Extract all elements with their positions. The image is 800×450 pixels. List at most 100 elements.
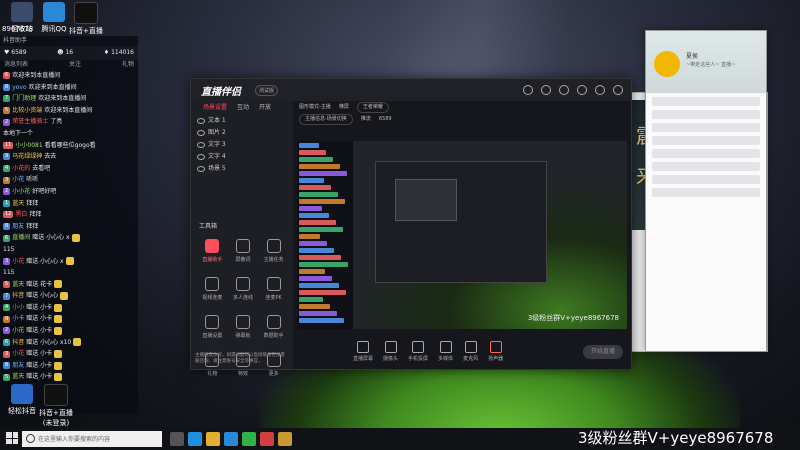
desktop-icon-douyin-live[interactable]: 抖音+直播 (未登录) xyxy=(34,384,78,428)
username[interactable]: 小花 xyxy=(12,256,24,268)
chat-tab-follow[interactable]: 关注 xyxy=(69,60,81,70)
username[interactable]: 抖音 xyxy=(12,337,24,349)
ctrl-phone[interactable]: 手机投屏 xyxy=(408,340,428,362)
taskbar-search[interactable]: 在这里输入你要搜索的内容 xyxy=(22,431,162,447)
mode-label[interactable]: 图形模式-主播 xyxy=(299,101,331,113)
username[interactable]: 比较小资端 xyxy=(12,105,42,117)
preview-chat-line xyxy=(299,248,334,253)
eye-icon[interactable] xyxy=(197,118,205,124)
tool-item[interactable]: 主播任务 xyxy=(258,239,289,263)
username[interactable]: 小花 xyxy=(12,325,24,337)
scene-item[interactable]: 场景 5 xyxy=(191,163,293,175)
chat-tab-gifts[interactable]: 礼物 xyxy=(122,60,134,70)
desktop-id-text: 8967678 xyxy=(2,25,34,33)
username[interactable]: 抖音 xyxy=(12,290,24,302)
eye-icon[interactable] xyxy=(197,166,205,172)
username[interactable]: 蓝天 xyxy=(12,198,24,210)
username[interactable]: 小花 xyxy=(12,348,24,360)
minimize-icon[interactable] xyxy=(577,85,587,95)
folder-icon[interactable] xyxy=(206,432,220,446)
username[interactable]: 朋友 xyxy=(12,360,24,372)
chat-message: 12 黑白 拜拜 xyxy=(0,209,138,221)
username[interactable]: 荣誉主播骑士 xyxy=(12,116,48,128)
chat-tab-messages[interactable]: 消息列表 xyxy=(4,60,28,70)
scene-item[interactable]: 文本 1 xyxy=(191,115,293,127)
eye-icon[interactable] xyxy=(197,142,205,148)
live-preview[interactable]: 3级粉丝群V+yeye8967678 xyxy=(297,141,627,329)
heart-icon: ♥ 6589 xyxy=(4,49,27,56)
app-icon xyxy=(11,384,33,404)
task-view-icon[interactable] xyxy=(170,432,184,446)
user-icon[interactable] xyxy=(559,85,569,95)
settings-icon[interactable] xyxy=(523,85,533,95)
scene-switch[interactable]: 主播信息-场景切换 xyxy=(299,114,353,125)
qq-row[interactable] xyxy=(652,188,760,197)
beta-badge: 测试版 xyxy=(255,85,279,96)
qq-row[interactable] xyxy=(652,97,760,106)
qq-row[interactable] xyxy=(652,162,760,171)
message-text: 拜拜 xyxy=(29,211,42,219)
username[interactable]: yovo xyxy=(12,82,26,94)
category-pill[interactable]: 王者荣耀 xyxy=(356,102,389,113)
username[interactable]: 小小0081 xyxy=(15,140,42,152)
edge-icon[interactable] xyxy=(188,432,202,446)
desktop-icon-douyin[interactable]: 抖音+直播 xyxy=(66,2,106,36)
close-icon[interactable] xyxy=(613,85,623,95)
qq-row[interactable] xyxy=(652,149,760,158)
ctrl-speaker[interactable]: 扬声器 xyxy=(488,340,503,362)
gift-icon xyxy=(54,326,63,335)
qq-row[interactable] xyxy=(652,123,760,132)
message-icon[interactable] xyxy=(541,85,551,95)
avatar[interactable] xyxy=(654,51,680,77)
tab-open[interactable]: 开放 xyxy=(259,101,271,115)
username[interactable]: 蓝天 xyxy=(12,371,24,383)
username[interactable]: 门门助理 xyxy=(12,93,36,105)
camera-icon xyxy=(384,340,397,353)
tool-item[interactable]: 屏蔽词 xyxy=(228,239,259,263)
username[interactable]: 小卡 xyxy=(12,313,24,325)
username[interactable]: 小花 xyxy=(12,174,24,186)
qq-row[interactable] xyxy=(652,175,760,184)
message-text: 拜拜 xyxy=(26,222,39,230)
orientation-label[interactable]: 横屏 xyxy=(339,101,349,113)
username[interactable]: 黑白 xyxy=(15,209,27,221)
tool-label: 更多 xyxy=(268,371,279,377)
ctrl-screen[interactable]: 直播屏幕 xyxy=(353,340,373,362)
tool-item[interactable]: 连麦PK xyxy=(258,277,289,301)
tool-item[interactable]: 视频连麦 xyxy=(197,277,228,301)
maximize-icon[interactable] xyxy=(595,85,605,95)
preview-chat-line xyxy=(299,178,324,183)
tab-scenes[interactable]: 场景设置 xyxy=(203,101,227,115)
go-live-button[interactable]: 开始直播 xyxy=(583,345,623,359)
tool-item[interactable]: 多人连线 xyxy=(228,277,259,301)
username[interactable]: 直播间 xyxy=(12,232,30,244)
scene-item[interactable]: 图片 2 xyxy=(191,127,293,139)
username[interactable]: 朋友 xyxy=(12,221,24,233)
username[interactable]: 小小 xyxy=(12,302,24,314)
wechat-icon[interactable] xyxy=(242,432,256,446)
qq-icon[interactable] xyxy=(224,432,238,446)
tool-item[interactable]: 数据助手 xyxy=(258,315,289,339)
username[interactable]: 小花的 xyxy=(12,163,30,175)
tool-icon xyxy=(266,277,281,291)
tab-interact[interactable]: 互动 xyxy=(237,101,249,115)
username[interactable]: 蓝天 xyxy=(12,279,24,291)
qq-row[interactable] xyxy=(652,136,760,145)
scene-item[interactable]: 文字 4 xyxy=(191,151,293,163)
tool-item[interactable]: 直播助手 xyxy=(197,239,228,263)
app-icon[interactable] xyxy=(260,432,274,446)
scene-item[interactable]: 文字 3 xyxy=(191,139,293,151)
ctrl-camera[interactable]: 摄像头 xyxy=(383,340,398,362)
username[interactable]: 马花绿绿神 xyxy=(12,151,42,163)
ctrl-media[interactable]: 多媒体 xyxy=(438,340,453,362)
username[interactable]: 小小花 xyxy=(12,186,30,198)
watermark-text: 3级粉丝群V+yeye8967678 xyxy=(578,429,774,447)
app-icon[interactable] xyxy=(278,432,292,446)
eye-icon[interactable] xyxy=(197,154,205,160)
ctrl-mic[interactable]: 麦克风 xyxy=(463,340,478,362)
tool-item[interactable]: 直播设置 xyxy=(197,315,228,339)
qq-row[interactable] xyxy=(652,110,760,119)
eye-icon[interactable] xyxy=(197,130,205,136)
tool-item[interactable]: 弹幕板 xyxy=(228,315,259,339)
windows-start-icon[interactable] xyxy=(6,432,18,444)
